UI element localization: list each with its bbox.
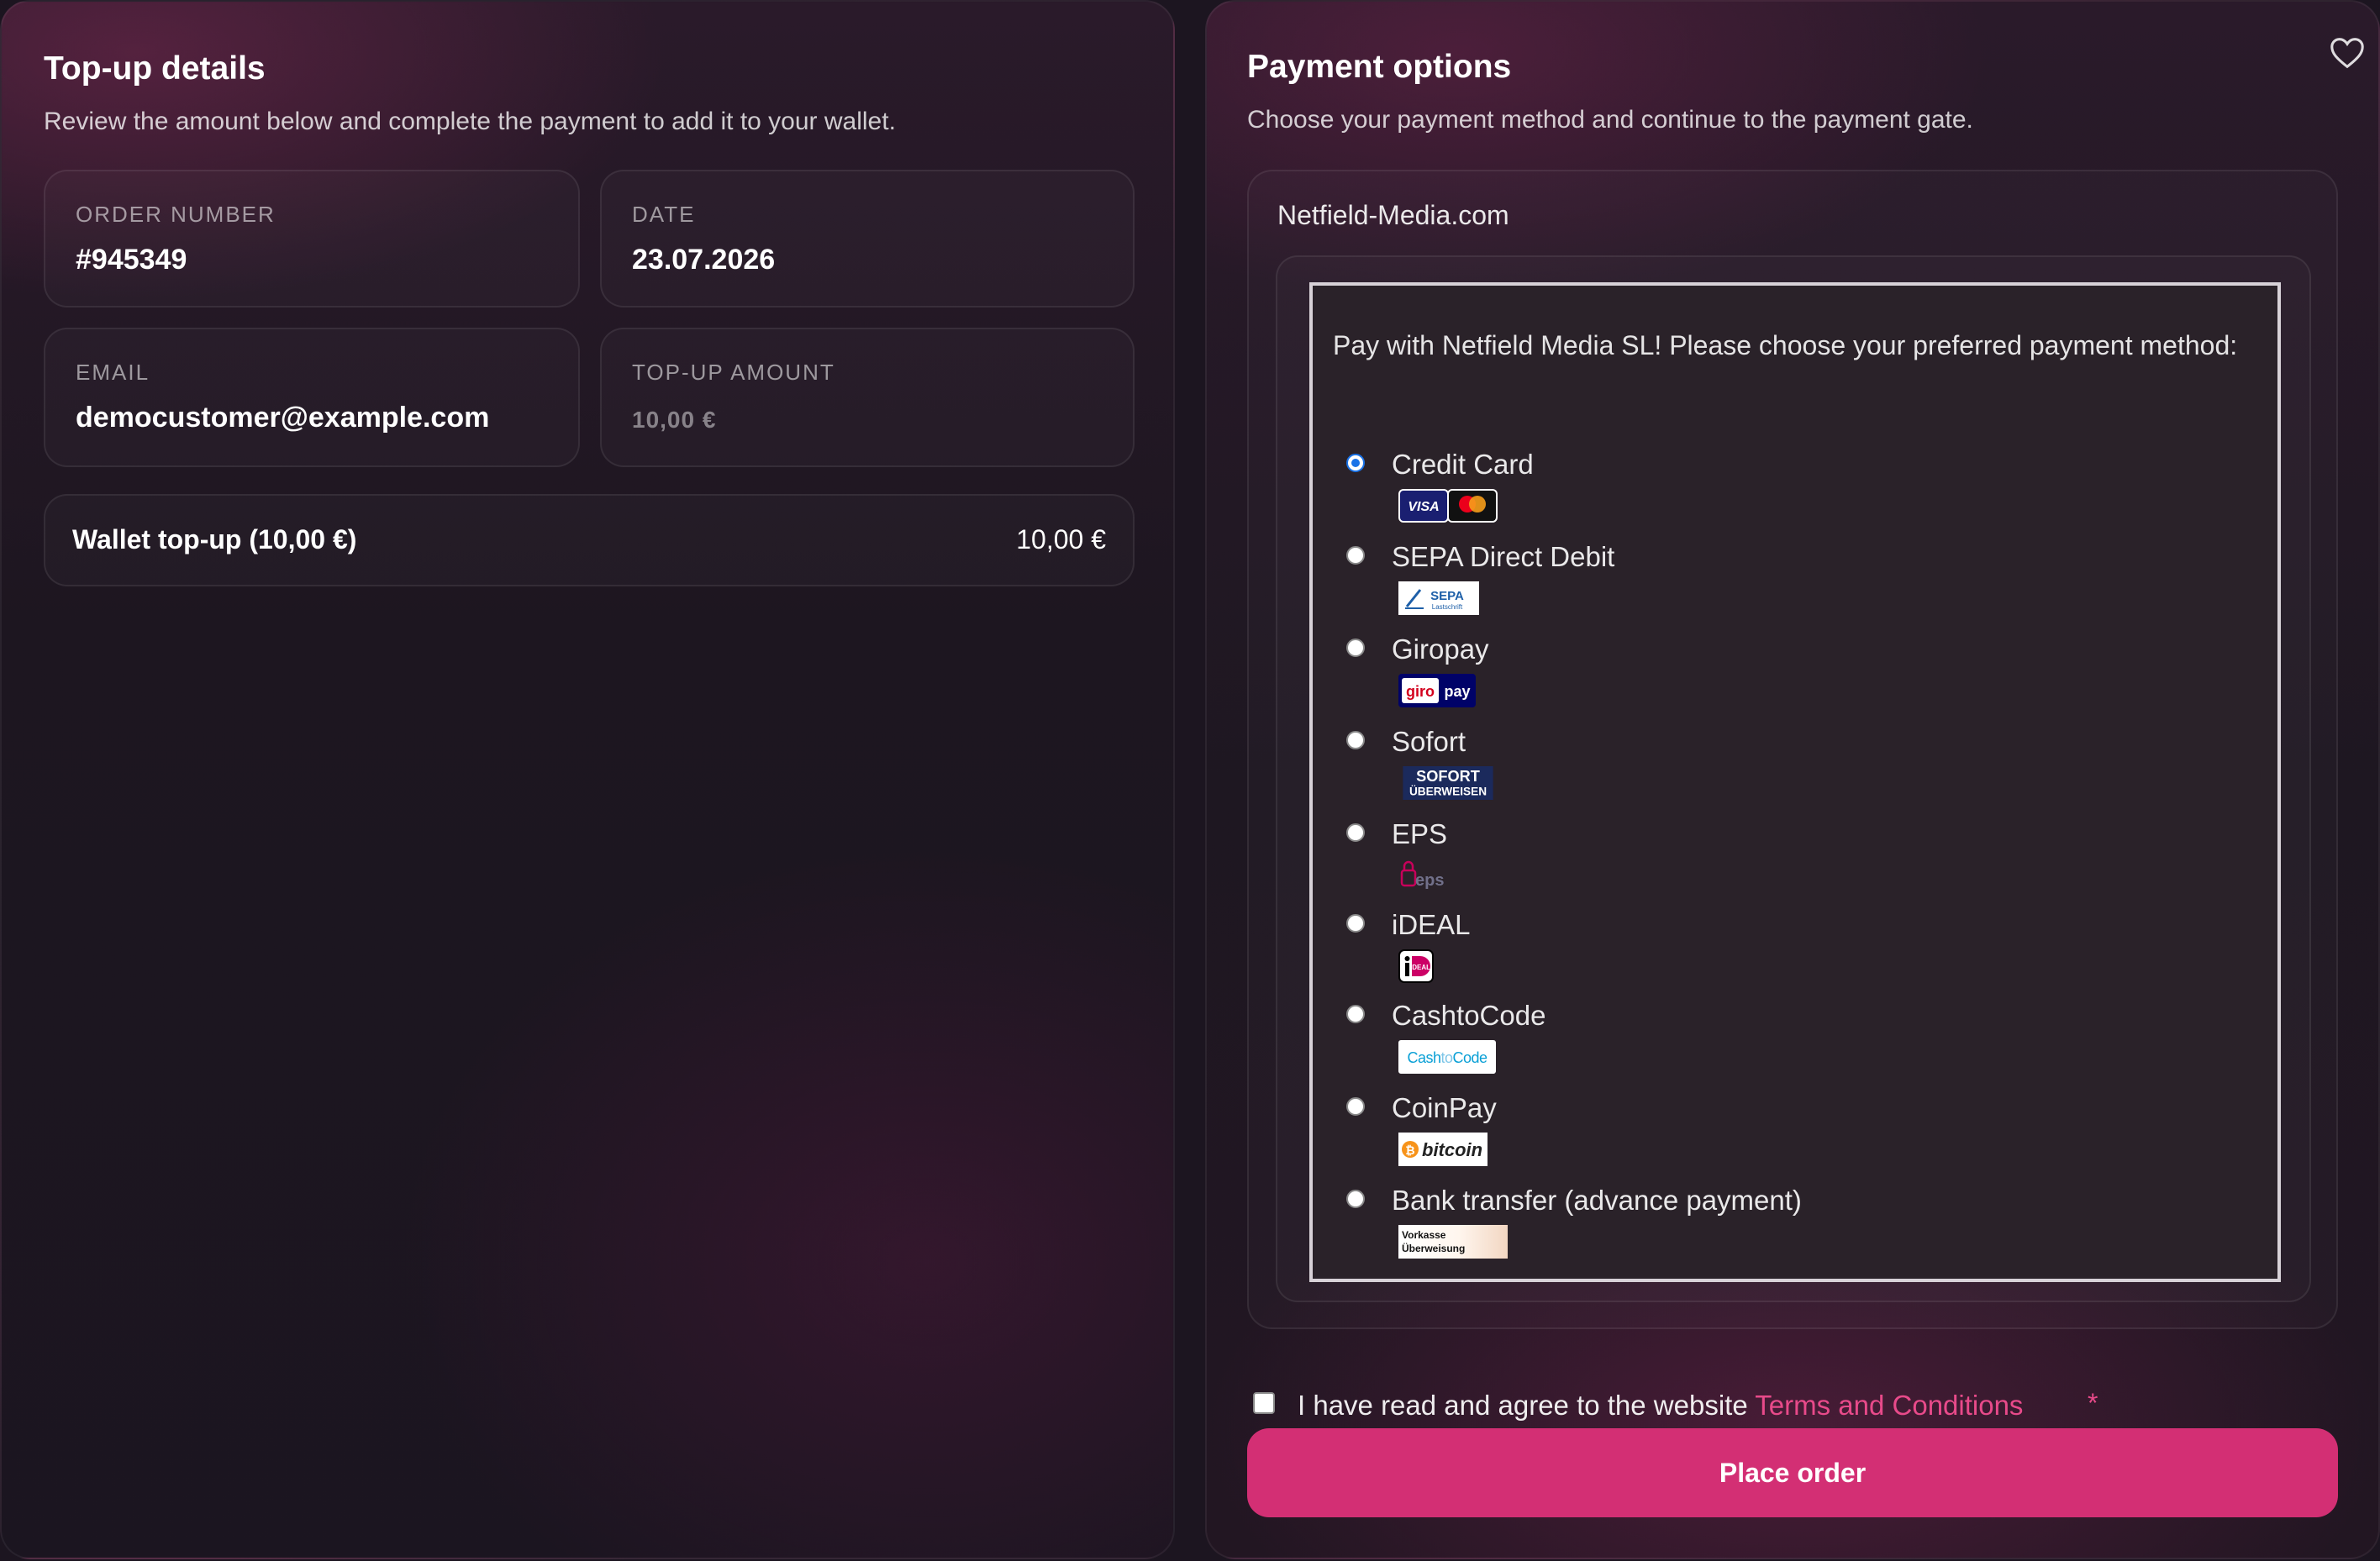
bank-transfer-logo: Vorkasse Überweisung	[1398, 1225, 1508, 1259]
payment-method-ideal[interactable]: iDEAL iDEAL	[1335, 909, 2091, 993]
eps-logo: eps	[1400, 860, 1444, 890]
ideal-logo-text: iDEAL	[1410, 964, 1430, 971]
sepa-radio[interactable]	[1346, 546, 1365, 565]
ideal-radio[interactable]	[1346, 914, 1365, 933]
sofort-logo: SOFORT ÜBERWEISEN	[1403, 766, 1493, 800]
credit-card-radio[interactable]	[1346, 454, 1365, 472]
date-label: DATE	[632, 202, 696, 227]
topup-amount-card: TOP-UP AMOUNT 10,00 €	[600, 328, 1135, 467]
payment-method-sofort[interactable]: Sofort SOFORT ÜBERWEISEN	[1335, 726, 2091, 810]
bank-transfer-radio[interactable]	[1346, 1190, 1365, 1208]
wallet-topup-label: Wallet top-up (10,00 €)	[72, 524, 357, 554]
terms-link[interactable]: Terms and Conditions	[1755, 1390, 2023, 1421]
svg-text:₿: ₿	[1405, 1143, 1414, 1157]
wallet-topup-value: 10,00 €	[1016, 524, 1106, 554]
giropay-logo: giro pay	[1398, 674, 1476, 707]
payment-method-sepa[interactable]: SEPA Direct Debit SEPA Lastschrift	[1335, 541, 2091, 625]
terms-prefix: I have read and agree to the website	[1298, 1390, 1756, 1421]
sepa-logo: SEPA Lastschrift	[1398, 581, 1479, 615]
cashtocode-label: CashtoCode	[1392, 1000, 1546, 1031]
cashtocode-logo-text-c: Code	[1453, 1049, 1488, 1066]
svg-text:VISA: VISA	[1408, 500, 1439, 514]
payment-method-frame: Pay with Netfield Media SL! Please choos…	[1309, 282, 2281, 1282]
eps-radio[interactable]	[1346, 823, 1365, 842]
required-mark: *	[2088, 1388, 2098, 1418]
heart-icon[interactable]	[2328, 34, 2367, 72]
payment-method-credit-card[interactable]: Credit Card VISA	[1335, 449, 2091, 533]
cashtocode-radio[interactable]	[1346, 1005, 1365, 1023]
payment-options-subtitle: Choose your payment method and continue …	[1247, 106, 1973, 134]
sofort-logo-subtext: ÜBERWEISEN	[1409, 786, 1487, 798]
coinpay-label: CoinPay	[1392, 1092, 1497, 1123]
payment-gateway-box: Netfield-Media.com Pay with Netfield Med…	[1247, 170, 2338, 1329]
wallet-topup-summary: Wallet top-up (10,00 €) 10,00 €	[44, 494, 1135, 586]
order-number-value: #945349	[76, 244, 187, 276]
date-card: DATE 23.07.2026	[600, 170, 1135, 307]
email-label: EMAIL	[76, 360, 150, 385]
ideal-label: iDEAL	[1392, 909, 1471, 940]
email-value: democustomer@example.com	[76, 402, 490, 434]
credit-card-label: Credit Card	[1392, 449, 1534, 480]
order-number-card: ORDER NUMBER #945349	[44, 170, 580, 307]
cashtocode-logo-text-a: Cash	[1407, 1049, 1440, 1066]
giropay-label: Giropay	[1392, 633, 1489, 665]
place-order-button[interactable]: Place order	[1247, 1428, 2338, 1517]
topup-details-subtitle: Review the amount below and complete the…	[44, 108, 896, 135]
payment-method-bank-transfer[interactable]: Bank transfer (advance payment) Vorkasse…	[1335, 1185, 2091, 1269]
topup-details-panel: Top-up details Review the amount below a…	[0, 0, 1175, 1559]
bank-transfer-logo-text-a: Vorkasse	[1402, 1229, 1446, 1241]
sofort-logo-text: SOFORT	[1416, 768, 1480, 785]
order-number-label: ORDER NUMBER	[76, 202, 276, 227]
payment-method-coinpay[interactable]: CoinPay ₿ bitcoin	[1335, 1092, 2091, 1176]
visa-mastercard-logo: VISA	[1398, 489, 1498, 523]
email-card: EMAIL democustomer@example.com	[44, 328, 580, 467]
cashtocode-logo-text-b: to	[1440, 1049, 1453, 1066]
payment-method-cashtocode[interactable]: CashtoCode CashtoCode	[1335, 1000, 2091, 1084]
terms-checkbox[interactable]	[1253, 1392, 1275, 1414]
svg-text:CashtoCode: CashtoCode	[1407, 1049, 1488, 1066]
eps-label: EPS	[1392, 818, 1448, 849]
bank-transfer-logo-text-b: Überweisung	[1402, 1242, 1465, 1254]
bitcoin-logo: ₿ bitcoin	[1398, 1133, 1488, 1166]
topup-details-title: Top-up details	[44, 50, 266, 87]
payment-method-eps[interactable]: EPS eps	[1335, 818, 2091, 902]
sepa-label: SEPA Direct Debit	[1392, 541, 1615, 572]
sofort-radio[interactable]	[1346, 731, 1365, 749]
sepa-logo-text: SEPA	[1430, 589, 1464, 603]
sofort-label: Sofort	[1392, 726, 1466, 757]
payment-options-title: Payment options	[1247, 49, 1512, 85]
payment-method-giropay[interactable]: Giropay giro pay	[1335, 633, 2091, 717]
gateway-inner-box: Pay with Netfield Media SL! Please choos…	[1276, 255, 2311, 1302]
ideal-logo: iDEAL	[1398, 949, 1434, 983]
bitcoin-logo-text: bitcoin	[1422, 1139, 1482, 1160]
topup-amount-value: 10,00 €	[632, 407, 717, 433]
bank-transfer-label: Bank transfer (advance payment)	[1392, 1185, 1802, 1216]
giropay-logo-text-a: giro	[1406, 683, 1435, 700]
giropay-logo-text-b: pay	[1444, 683, 1470, 700]
eps-logo-text: eps	[1415, 871, 1444, 890]
payment-intro-text: Pay with Netfield Media SL! Please choos…	[1333, 330, 2238, 360]
coinpay-radio[interactable]	[1346, 1097, 1365, 1116]
topup-amount-label: TOP-UP AMOUNT	[632, 360, 835, 385]
giropay-radio[interactable]	[1346, 639, 1365, 657]
terms-text: I have read and agree to the website Ter…	[1298, 1390, 2023, 1422]
date-value: 23.07.2026	[632, 244, 776, 276]
gateway-name: Netfield-Media.com	[1277, 200, 1509, 230]
sepa-logo-subtext: Lastschrift	[1432, 603, 1463, 611]
cashtocode-logo: CashtoCode	[1398, 1040, 1496, 1074]
